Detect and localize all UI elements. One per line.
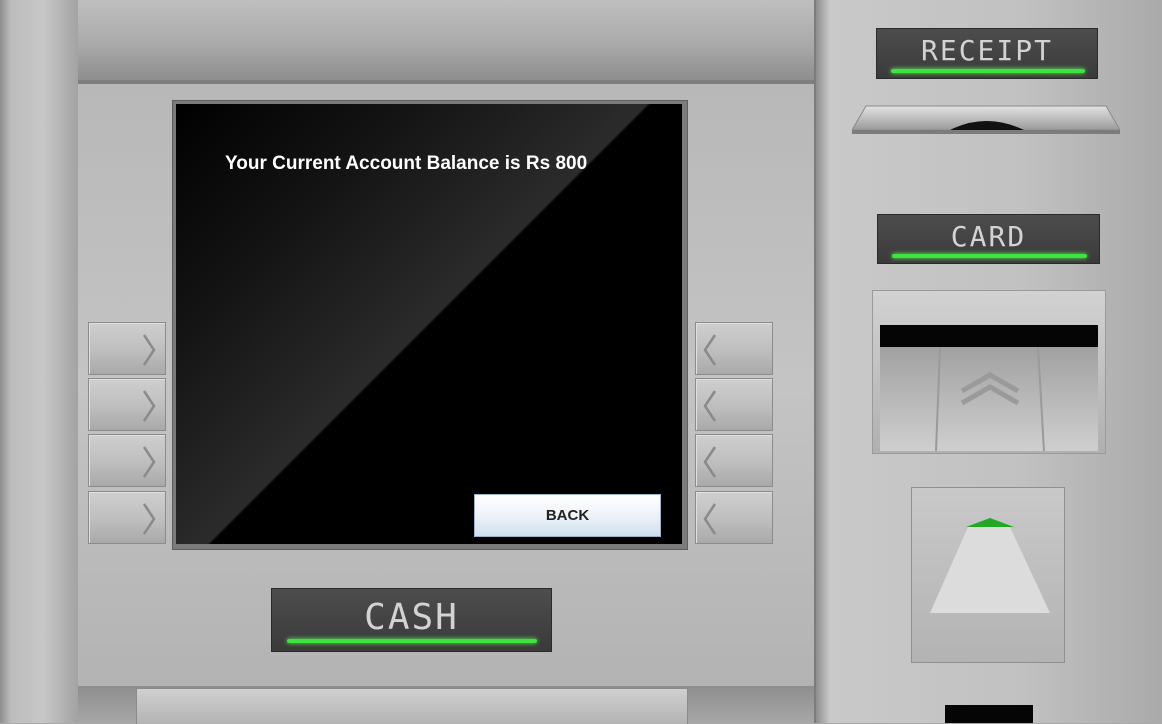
cash-dispenser[interactable] <box>911 487 1065 663</box>
card-reader[interactable] <box>872 290 1106 454</box>
chevron-left-icon <box>703 334 717 366</box>
left-side-key-4[interactable] <box>88 491 166 544</box>
receipt-label: RECEIPT <box>920 34 1053 67</box>
receipt-indicator-light <box>891 69 1085 73</box>
deposit-slot <box>136 688 688 724</box>
card-slot <box>880 325 1098 347</box>
left-side-key-3[interactable] <box>88 434 166 487</box>
chevron-right-icon <box>142 334 156 366</box>
right-side-key-4[interactable] <box>695 491 773 544</box>
cash-label: CASH <box>364 597 459 638</box>
balance-message: Your Current Account Balance is Rs 800 <box>225 153 588 174</box>
card-label-plate: CARD <box>877 214 1100 264</box>
receipt-label-plate: RECEIPT <box>876 28 1098 79</box>
chevron-left-icon <box>703 390 717 422</box>
card-indicator-light <box>892 254 1087 258</box>
chevron-right-icon <box>142 503 156 535</box>
cash-label-plate: CASH <box>271 588 552 652</box>
right-side-key-2[interactable] <box>695 378 773 431</box>
cash-indicator-light <box>287 639 537 643</box>
right-side-key-1[interactable] <box>695 322 773 375</box>
atm-left-frame <box>0 0 80 723</box>
right-side-key-3[interactable] <box>695 434 773 487</box>
chevron-left-icon <box>703 446 717 478</box>
card-return-slot <box>945 705 1033 723</box>
card-label: CARD <box>950 220 1027 253</box>
chevron-right-icon <box>142 390 156 422</box>
left-side-key-1[interactable] <box>88 322 166 375</box>
atm-screen: Your Current Account Balance is Rs 800 B… <box>176 104 682 544</box>
atm-top-panel <box>78 0 814 84</box>
back-button[interactable]: BACK <box>474 494 661 537</box>
receipt-slot <box>851 104 1121 138</box>
card-throat <box>880 347 1098 451</box>
left-side-key-2[interactable] <box>88 378 166 431</box>
chevron-right-icon <box>142 446 156 478</box>
chevron-left-icon <box>703 503 717 535</box>
double-chevron-up-icon <box>960 372 1020 405</box>
